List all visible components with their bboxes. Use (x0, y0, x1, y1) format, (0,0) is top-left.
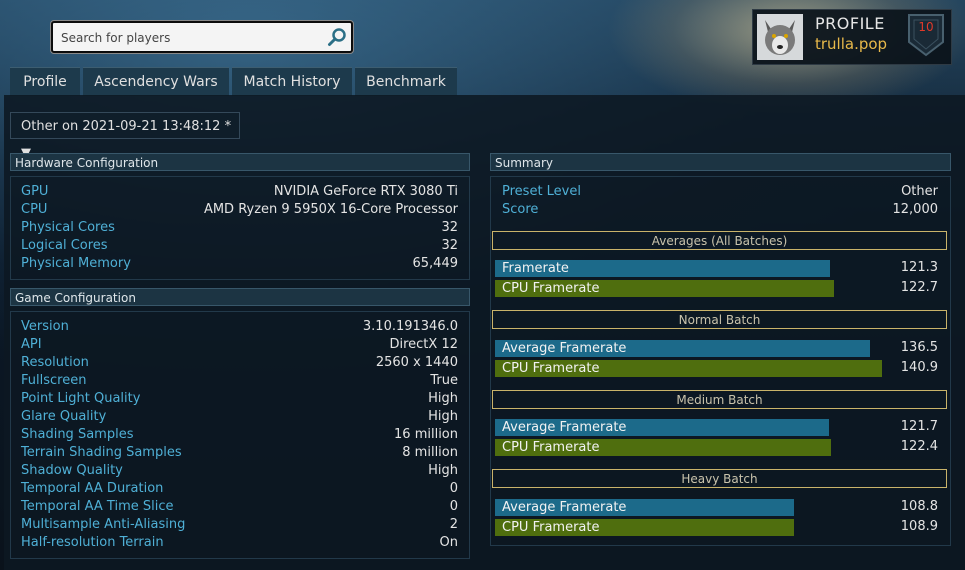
profile-title: PROFILE (815, 14, 885, 33)
game-value: 8 million (402, 445, 458, 460)
game-row: Shadow Quality High (21, 463, 458, 481)
tab-ascendency-wars[interactable]: Ascendency Wars (83, 67, 229, 96)
cpu-framerate-value: 122.7 (900, 280, 938, 295)
cpu-framerate-bar: CPU Framerate (495, 280, 834, 297)
game-value: High (428, 391, 458, 406)
avatar[interactable] (757, 14, 803, 60)
hardware-row: GPU NVIDIA GeForce RTX 3080 Ti (21, 184, 458, 202)
hardware-label: GPU (21, 184, 49, 199)
hardware-row: Physical Memory 65,449 (21, 256, 458, 274)
game-label: Glare Quality (21, 409, 107, 424)
search-input[interactable] (59, 27, 321, 49)
hardware-config-header: Hardware Configuration (10, 153, 470, 171)
game-label: Terrain Shading Samples (21, 445, 182, 460)
tab-profile[interactable]: Profile (10, 67, 80, 96)
player-search[interactable] (51, 21, 353, 53)
game-row: Shading Samples 16 million (21, 427, 458, 445)
hardware-label: Physical Memory (21, 256, 131, 271)
cpu-framerate-value: 140.9 (900, 360, 938, 375)
hardware-value: 65,449 (412, 256, 459, 271)
game-label: API (21, 337, 42, 352)
hardware-value: 32 (441, 220, 458, 235)
search-icon[interactable] (327, 27, 347, 47)
hardware-label: Physical Cores (21, 220, 115, 235)
hardware-label: Logical Cores (21, 238, 108, 253)
game-row: API DirectX 12 (21, 337, 458, 355)
game-label: Version (21, 319, 69, 334)
hardware-row: Physical Cores 32 (21, 220, 458, 238)
game-value: DirectX 12 (389, 337, 458, 352)
tab-benchmark[interactable]: Benchmark (355, 67, 457, 96)
game-row: Multisample Anti-Aliasing 2 (21, 517, 458, 535)
game-row: Temporal AA Time Slice 0 (21, 499, 458, 517)
game-value: High (428, 463, 458, 478)
game-row: Temporal AA Duration 0 (21, 481, 458, 499)
hardware-value: AMD Ryzen 9 5950X 16-Core Processor (203, 202, 458, 217)
game-value: True (430, 373, 458, 388)
hardware-value: 32 (441, 238, 458, 253)
average-framerate-value: 108.8 (900, 499, 938, 514)
cpu-framerate-value: 122.4 (900, 439, 938, 454)
level-badge: 10 (906, 12, 946, 58)
game-label: Temporal AA Duration (21, 481, 164, 496)
game-label: Temporal AA Time Slice (21, 499, 174, 514)
framerate-value: 121.3 (900, 260, 938, 275)
hardware-value: NVIDIA GeForce RTX 3080 Ti (273, 184, 458, 199)
summary-value: Other (901, 184, 938, 199)
summary-header: Summary (490, 153, 951, 171)
level-value: 10 (918, 20, 934, 34)
game-row: Fullscreen True (21, 373, 458, 391)
game-value: On (439, 535, 458, 550)
game-label: Fullscreen (21, 373, 87, 388)
average-framerate-bar: Average Framerate (495, 499, 794, 516)
game-row: Resolution 2560 x 1440 (21, 355, 458, 373)
game-row: Half-resolution Terrain On (21, 535, 458, 553)
game-value: 16 million (394, 427, 458, 442)
game-value: 0 (449, 481, 458, 496)
average-framerate-value: 121.7 (900, 419, 938, 434)
game-label: Half-resolution Terrain (21, 535, 164, 550)
average-framerate-bar: Average Framerate (495, 419, 829, 436)
hardware-label: CPU (21, 202, 48, 217)
game-label: Shadow Quality (21, 463, 123, 478)
game-config-header: Game Configuration (10, 288, 470, 306)
summary-value: 12,000 (892, 202, 939, 217)
batch-title-heavy: Heavy Batch (492, 469, 947, 488)
game-row: Terrain Shading Samples 8 million (21, 445, 458, 463)
cpu-framerate-bar: CPU Framerate (495, 439, 831, 456)
game-value: 2 (449, 517, 458, 532)
average-framerate-value: 136.5 (900, 340, 938, 355)
tab-match-history[interactable]: Match History (232, 67, 352, 96)
summary-row: Score 12,000 (502, 202, 938, 220)
summary-label: Score (502, 202, 539, 217)
hardware-row: CPU AMD Ryzen 9 5950X 16-Core Processor (21, 202, 458, 220)
game-row: Glare Quality High (21, 409, 458, 427)
game-value: 0 (449, 499, 458, 514)
profile-username[interactable]: trulla.pop (815, 35, 887, 53)
average-framerate-bar: Average Framerate (495, 340, 870, 357)
batch-title-medium: Medium Batch (492, 390, 947, 409)
summary-row: Preset Level Other (502, 184, 938, 202)
benchmark-run-dropdown[interactable]: Other on 2021-09-21 13:48:12 * ▼ (10, 112, 240, 161)
summary-label: Preset Level (502, 184, 581, 199)
framerate-bar: Framerate (495, 260, 830, 277)
cpu-framerate-bar: CPU Framerate (495, 519, 794, 536)
game-label: Point Light Quality (21, 391, 141, 406)
game-label: Resolution (21, 355, 89, 370)
game-value: High (428, 409, 458, 424)
game-value: 3.10.191346.0 (362, 319, 458, 334)
batch-title-normal: Normal Batch (492, 310, 947, 329)
cpu-framerate-value: 108.9 (900, 519, 938, 534)
hardware-row: Logical Cores 32 (21, 238, 458, 256)
cpu-framerate-bar: CPU Framerate (495, 360, 882, 377)
game-value: 2560 x 1440 (375, 355, 458, 370)
game-row: Point Light Quality High (21, 391, 458, 409)
level-shield-icon (908, 14, 944, 57)
game-label: Multisample Anti-Aliasing (21, 517, 186, 532)
batch-title-averages: Averages (All Batches) (492, 231, 947, 250)
game-label: Shading Samples (21, 427, 134, 442)
game-row: Version 3.10.191346.0 (21, 319, 458, 337)
wolf-avatar-icon (757, 14, 803, 60)
